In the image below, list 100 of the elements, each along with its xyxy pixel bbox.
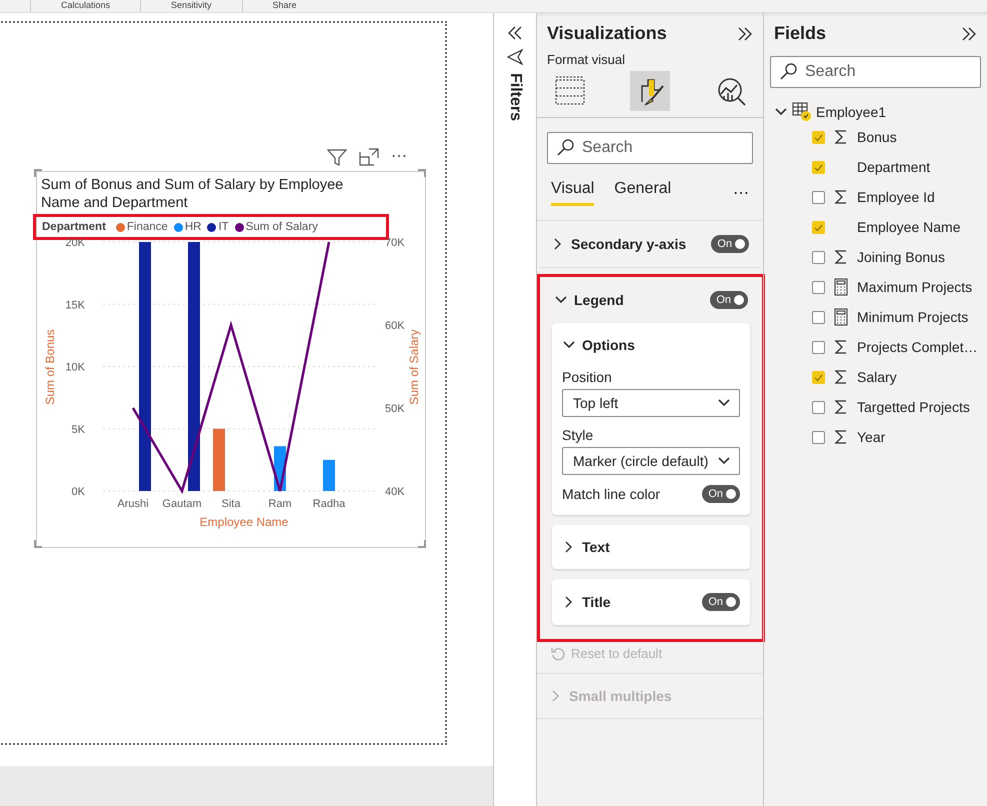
dropdown[interactable]: Top left: [562, 389, 740, 417]
axis-tick-label: 60K: [385, 320, 405, 332]
section-label[interactable]: Legend: [574, 292, 704, 308]
axis-tick-label: 15K: [65, 299, 85, 312]
filter-icon[interactable]: [327, 148, 347, 166]
axis-tick-label: Gautam: [162, 498, 202, 510]
toggle-switch[interactable]: On: [710, 291, 748, 309]
table-name[interactable]: Employee1: [816, 104, 886, 120]
search-icon: [780, 63, 798, 81]
legend-title: Department: [42, 221, 106, 233]
checkmark-icon: [814, 162, 823, 172]
filters-label[interactable]: Filters: [506, 73, 524, 122]
search-field[interactable]: Search: [547, 132, 753, 164]
resize-handle[interactable]: [418, 169, 426, 177]
sigma-icon: [833, 398, 849, 416]
mode-tab[interactable]: [630, 71, 670, 111]
checkbox[interactable]: [812, 400, 825, 414]
card-label[interactable]: Options: [582, 337, 740, 353]
field-name[interactable]: Employee Name: [857, 219, 960, 235]
checkbox[interactable]: [812, 280, 825, 294]
pane-title: Visualizations: [547, 23, 667, 44]
axis-tick-label: Ram: [268, 498, 292, 510]
toggle-switch[interactable]: On: [702, 593, 740, 611]
focus-mode-icon[interactable]: [359, 148, 379, 166]
card-label[interactable]: Text: [582, 539, 740, 555]
checkbox[interactable]: [812, 430, 825, 444]
sigma-icon: [833, 248, 849, 266]
axis-tick-label: Radha: [312, 498, 346, 510]
checkbox[interactable]: [812, 130, 825, 144]
resize-handle[interactable]: [418, 540, 426, 548]
axis-tick-label: 70K: [385, 237, 405, 249]
expand-icon[interactable]: [961, 26, 977, 42]
section-label[interactable]: Secondary y-axis: [571, 236, 706, 252]
checkmark-icon: [814, 372, 823, 382]
checkbox[interactable]: [812, 310, 825, 324]
field-name[interactable]: Minimum Projects: [857, 309, 968, 325]
reset-icon: [551, 646, 565, 660]
field-name[interactable]: Joining Bonus: [857, 249, 945, 265]
ribbon-tab[interactable]: Share: [242, 0, 327, 12]
field-name[interactable]: Salary: [857, 369, 897, 385]
search-icon: [557, 139, 575, 157]
bar: [323, 460, 335, 491]
field-name[interactable]: Bonus: [857, 129, 897, 145]
checkmark-icon: [814, 132, 823, 142]
chart-title: Sum of Bonus and Sum of Salary by Employee Name and Department: [41, 176, 344, 212]
axis-title: Sum of Bonus: [43, 329, 57, 405]
field-name[interactable]: Year: [857, 429, 886, 445]
sigma-icon: [833, 128, 849, 146]
field-label: Position: [562, 369, 613, 385]
calculator-icon: [833, 308, 849, 326]
tab[interactable]: General: [614, 180, 672, 206]
checkmark-icon: [814, 222, 823, 232]
ribbon-tab[interactable]: Calculations: [30, 0, 140, 12]
field-name[interactable]: Department: [857, 159, 930, 175]
search-field[interactable]: Search: [770, 56, 981, 88]
axis-tick-label: 50K: [385, 403, 405, 415]
legend-label: Finance: [126, 221, 168, 233]
more-options-icon[interactable]: ⋯: [733, 183, 749, 203]
field-name[interactable]: Projects Complet…: [857, 339, 978, 355]
axis-tick-label: 20K: [65, 237, 85, 249]
sigma-icon: [833, 338, 849, 356]
calculator-icon: [833, 278, 849, 296]
expand-icon[interactable]: [737, 26, 753, 42]
card-label[interactable]: Title: [582, 594, 696, 610]
toggle-switch[interactable]: On: [711, 235, 749, 253]
bar: [213, 428, 225, 491]
resize-handle[interactable]: [34, 540, 42, 548]
checkbox[interactable]: [812, 190, 825, 204]
toggle-switch[interactable]: On: [702, 485, 740, 503]
filter-icon: [507, 49, 523, 65]
axis-tick-label: 10K: [65, 362, 85, 374]
legend-label: HR: [184, 221, 202, 233]
axis-tick-label: Arushi: [117, 498, 149, 510]
axis-title: Sum of Salary: [407, 329, 421, 405]
checkbox[interactable]: [812, 340, 825, 354]
field-name[interactable]: Maximum Projects: [857, 279, 972, 295]
ribbon-tab[interactable]: Sensitivity: [140, 0, 242, 12]
legend-label: Sum of Salary: [246, 221, 318, 233]
axis-tick-label: 0K: [72, 486, 85, 498]
checkbox[interactable]: [812, 220, 825, 234]
axis-tick-label: 5K: [72, 424, 85, 436]
pane-title: Fields: [774, 23, 826, 44]
table-icon: [792, 102, 812, 122]
tab[interactable]: Visual: [551, 180, 594, 206]
axis-tick-label: Sita: [222, 498, 240, 510]
field-label: Style: [562, 427, 594, 443]
axis-tick-label: 40K: [385, 486, 405, 498]
sigma-icon: [833, 428, 849, 446]
field-name[interactable]: Employee Id: [857, 189, 935, 205]
dropdown[interactable]: Marker (circle default): [562, 447, 740, 475]
sigma-icon: [833, 188, 849, 206]
sigma-icon: [833, 368, 849, 386]
collapse-icon[interactable]: [507, 25, 523, 41]
legend-label: IT: [218, 221, 229, 233]
checkbox[interactable]: [812, 370, 825, 384]
field-name[interactable]: Targetted Projects: [857, 399, 970, 415]
resize-handle[interactable]: [34, 169, 42, 177]
checkbox[interactable]: [812, 250, 825, 264]
more-options-icon[interactable]: ⋯: [391, 149, 407, 165]
checkbox[interactable]: [812, 160, 825, 174]
